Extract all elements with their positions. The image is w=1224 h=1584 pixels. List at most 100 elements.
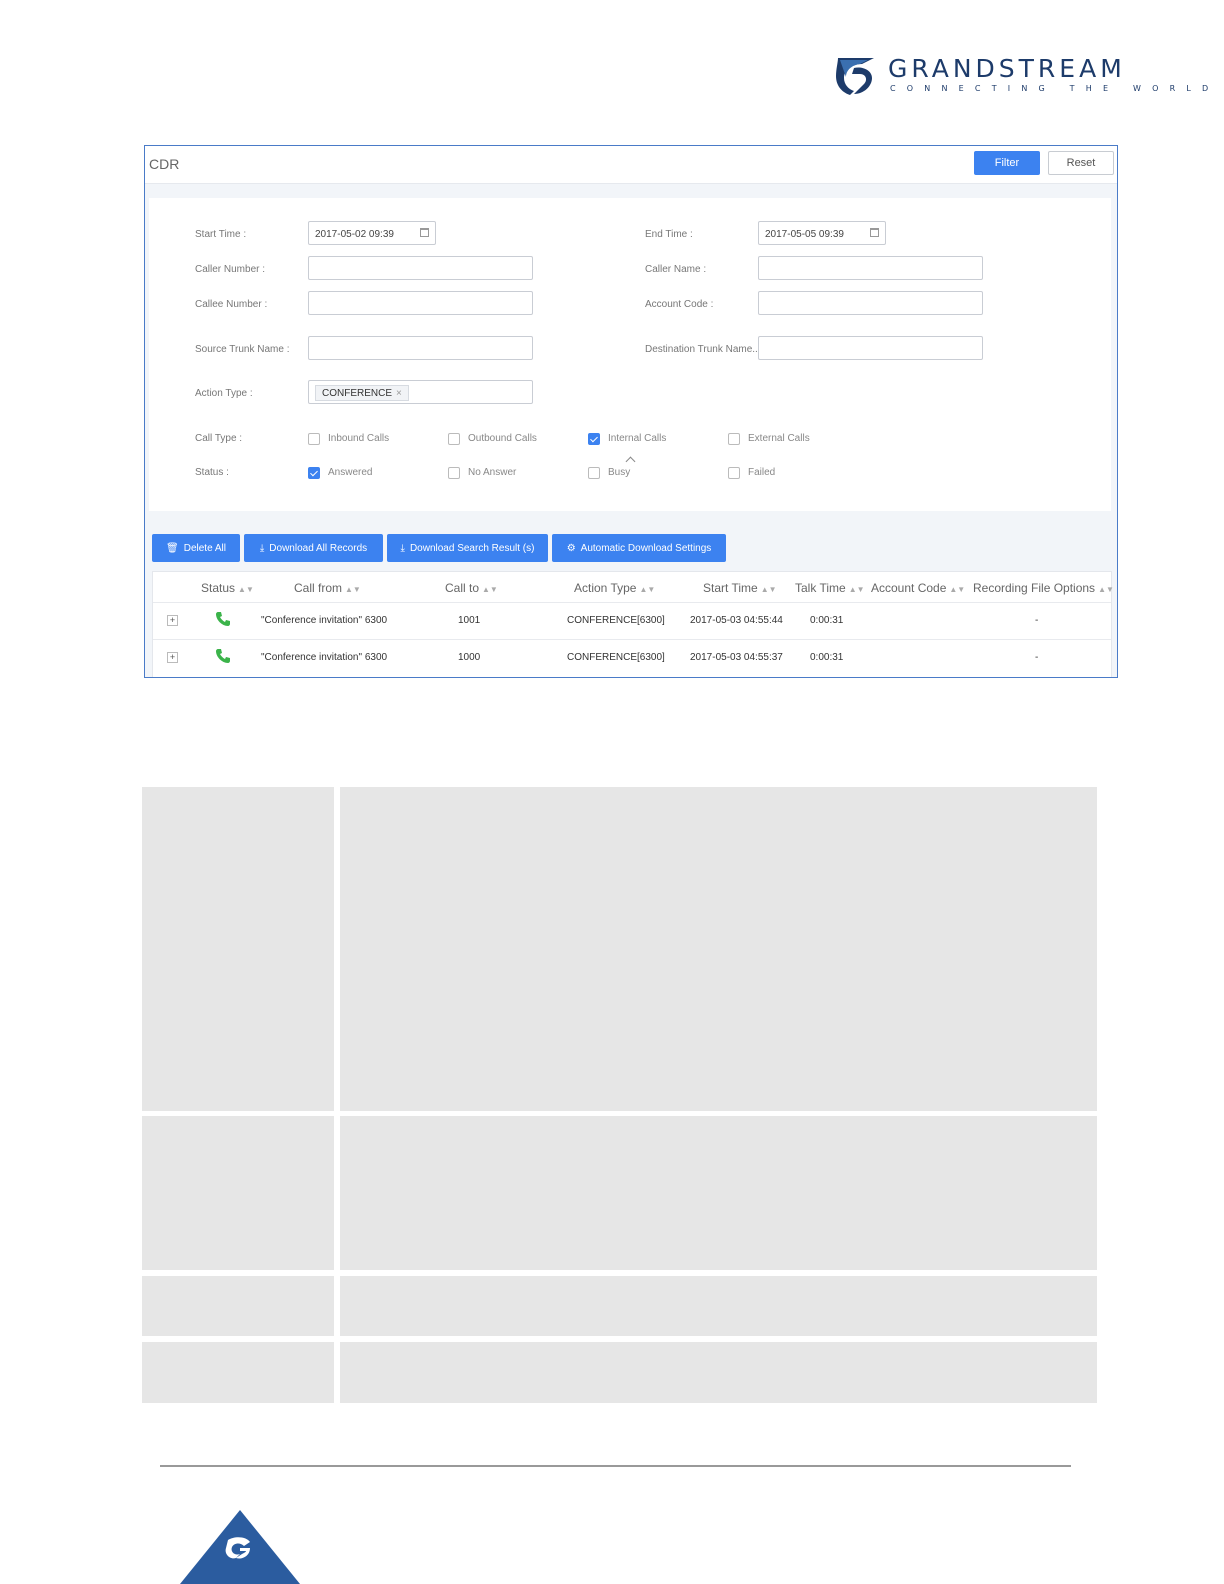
external-calls-label: External Calls: [748, 433, 810, 444]
table-cell: [340, 787, 1097, 1111]
reset-button[interactable]: Reset: [1048, 151, 1114, 175]
start-time-input[interactable]: 2017-05-02 09:39: [308, 221, 436, 245]
sort-icon: ▲▼: [949, 585, 966, 594]
internal-calls-label: Internal Calls: [608, 433, 667, 444]
call-to-cell: 1001: [458, 615, 481, 626]
table-cell: [340, 1276, 1097, 1336]
account-code-label: Account Code :: [645, 299, 714, 310]
column-header-talk-time[interactable]: Talk Time ▲▼: [795, 581, 865, 595]
table-cell: [340, 1342, 1097, 1403]
download-icon: ⤓: [400, 542, 405, 554]
grandstream-logo: GRANDSTREAM CONNECTING THE WORLD: [834, 54, 1208, 98]
source-trunk-input[interactable]: [308, 336, 533, 360]
calendar-icon[interactable]: [870, 228, 879, 237]
filter-button[interactable]: Filter: [974, 151, 1040, 175]
column-header-recording[interactable]: Recording File Options ▲▼: [973, 581, 1114, 595]
inbound-calls-label: Inbound Calls: [328, 433, 390, 444]
table-cell: [142, 1116, 334, 1270]
footer-logo-icon: [180, 1510, 300, 1584]
action-type-tag: CONFERENCE ×: [315, 385, 409, 401]
action-type-cell: CONFERENCE[6300]: [567, 652, 665, 663]
column-header-action-type[interactable]: Action Type ▲▼: [574, 581, 655, 595]
callee-number-label: Callee Number :: [195, 299, 268, 310]
grandstream-logo-icon: [836, 58, 874, 95]
end-time-input[interactable]: 2017-05-05 09:39: [758, 221, 886, 245]
recording-cell: -: [1035, 615, 1039, 626]
table-cell: [142, 787, 334, 1111]
destination-trunk-input[interactable]: [758, 336, 983, 360]
talk-time-cell: 0:00:31: [810, 615, 844, 626]
column-header-call-from[interactable]: Call from ▲▼: [294, 581, 361, 595]
source-trunk-label: Source Trunk Name :: [195, 344, 290, 355]
start-time-label: Start Time :: [195, 229, 247, 240]
phone-answered-icon: [216, 612, 230, 626]
caller-name-input[interactable]: [758, 256, 983, 280]
delete-all-label: Delete All: [183, 542, 226, 554]
action-type-label: Action Type :: [195, 388, 253, 399]
busy-checkbox[interactable]: [588, 467, 600, 479]
download-icon: ⤓: [259, 542, 265, 554]
cdr-header: CDR Filter Reset: [145, 146, 1117, 184]
auto-download-label: Automatic Download Settings: [580, 542, 712, 554]
caller-number-label: Caller Number :: [195, 264, 266, 275]
inbound-calls-checkbox[interactable]: [308, 433, 320, 445]
outbound-calls-checkbox[interactable]: [448, 433, 460, 445]
download-search-button[interactable]: ⤓ Download Search Result (s): [387, 534, 548, 562]
column-header-account-code[interactable]: Account Code ▲▼: [871, 581, 965, 595]
start-time-cell: 2017-05-03 04:55:44: [690, 615, 783, 626]
delete-all-button[interactable]: 🗑 Delete All: [152, 534, 240, 562]
call-to-cell: 1000: [458, 652, 481, 663]
caller-name-label: Caller Name :: [645, 264, 707, 275]
column-header-status[interactable]: Status ▲▼: [201, 581, 254, 595]
sort-icon: ▲▼: [1098, 585, 1114, 594]
column-header-start-time[interactable]: Start Time ▲▼: [703, 581, 777, 595]
action-type-select[interactable]: CONFERENCE ×: [308, 380, 533, 404]
talk-time-cell: 0:00:31: [810, 652, 844, 663]
brand-tagline: CONNECTING THE WORLD: [890, 84, 1220, 93]
action-type-tag-label: CONFERENCE: [322, 388, 393, 399]
sort-icon: ▲▼: [482, 585, 498, 594]
gear-icon: ⚙: [566, 542, 576, 554]
answered-checkbox[interactable]: [308, 467, 320, 479]
sort-icon: ▲▼: [639, 585, 656, 594]
start-time-cell: 2017-05-03 04:55:37: [690, 652, 783, 663]
cdr-table: Status ▲▼ Call from ▲▼ Call to ▲▼ Action Ty…: [152, 571, 1114, 677]
callee-number-input[interactable]: [308, 291, 533, 315]
call-from-cell: "Conference invitation" 6300: [261, 615, 388, 626]
account-code-input[interactable]: [758, 291, 983, 315]
destination-trunk-label: Destination Trunk Name...: [645, 344, 761, 355]
table-cell: [340, 1116, 1097, 1270]
busy-label: Busy: [608, 467, 631, 478]
chevron-up-icon: [625, 456, 635, 467]
sort-icon: ▲▼: [760, 585, 777, 594]
sort-icon: ▲▼: [238, 585, 254, 594]
auto-download-button[interactable]: ⚙ Automatic Download Settings: [552, 534, 726, 562]
end-time-value: 2017-05-05 09:39: [765, 229, 844, 240]
no-answer-checkbox[interactable]: [448, 467, 460, 479]
recording-cell: -: [1035, 652, 1039, 663]
start-time-value: 2017-05-02 09:39: [315, 229, 394, 240]
footer-divider: [160, 1465, 1071, 1467]
failed-checkbox[interactable]: [728, 467, 740, 479]
calendar-icon[interactable]: [420, 228, 429, 237]
internal-calls-checkbox[interactable]: [588, 433, 600, 445]
caller-number-input[interactable]: [308, 256, 533, 280]
tag-remove-icon[interactable]: ×: [396, 388, 402, 399]
failed-label: Failed: [748, 467, 776, 478]
call-from-cell: "Conference invitation" 6300: [261, 652, 388, 663]
download-all-button[interactable]: ⤓ Download All Records: [244, 534, 383, 562]
expand-row-button[interactable]: +: [167, 615, 178, 626]
expand-row-button[interactable]: +: [167, 652, 178, 663]
table-cell: [142, 1342, 334, 1403]
page-title: CDR: [149, 156, 180, 172]
trash-icon: 🗑: [166, 542, 179, 554]
external-calls-checkbox[interactable]: [728, 433, 740, 445]
download-all-label: Download All Records: [269, 542, 368, 554]
sort-icon: ▲▼: [345, 585, 361, 594]
outbound-calls-label: Outbound Calls: [468, 433, 537, 444]
table-cell: [142, 1276, 334, 1336]
answered-label: Answered: [328, 467, 373, 478]
table-row: + "Conference invitation" 6300 1000 CONF…: [153, 639, 1111, 676]
column-header-call-to[interactable]: Call to ▲▼: [445, 581, 498, 595]
action-type-cell: CONFERENCE[6300]: [567, 615, 665, 626]
